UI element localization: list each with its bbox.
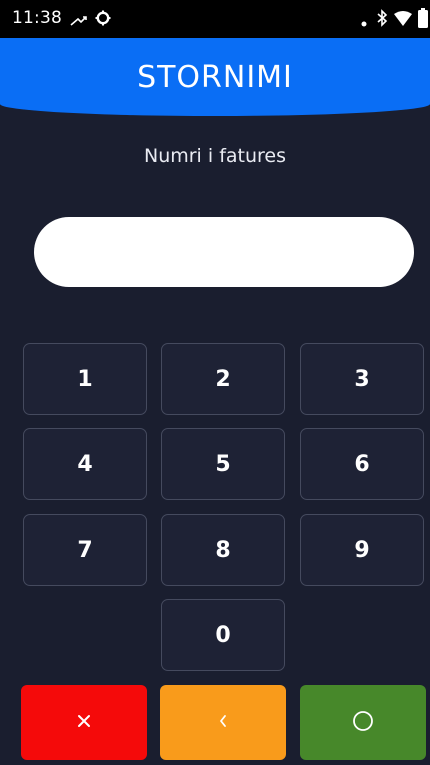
status-bar: 11:38: [0, 0, 430, 38]
chevron-left-icon: [217, 713, 229, 733]
key-2[interactable]: 2: [161, 343, 285, 415]
key-5[interactable]: 5: [161, 428, 285, 500]
bluetooth-icon: [376, 9, 388, 31]
wifi-icon: [394, 11, 412, 30]
circle-icon: [351, 709, 375, 737]
key-7[interactable]: 7: [23, 514, 147, 586]
ok-button[interactable]: [300, 685, 426, 760]
cancel-button[interactable]: [21, 685, 147, 760]
key-6[interactable]: 6: [300, 428, 424, 500]
settings-icon: [95, 10, 111, 30]
invoice-number-input[interactable]: [34, 217, 414, 287]
missed-call-icon: [70, 12, 88, 31]
key-3[interactable]: 3: [300, 343, 424, 415]
key-8[interactable]: 8: [161, 514, 285, 586]
key-1[interactable]: 1: [23, 343, 147, 415]
close-icon: [76, 713, 92, 733]
dot-icon: [360, 13, 368, 32]
header: STORNIMI: [0, 38, 430, 116]
backspace-button[interactable]: [160, 685, 286, 760]
battery-icon: [418, 8, 428, 32]
page-title: STORNIMI: [137, 60, 293, 95]
key-9[interactable]: 9: [300, 514, 424, 586]
status-time: 11:38: [12, 8, 62, 28]
key-0[interactable]: 0: [161, 599, 285, 671]
invoice-number-label: Numri i fatures: [143, 145, 287, 167]
key-4[interactable]: 4: [23, 428, 147, 500]
screen: 11:38 STORNIMI Numri i fatures 1 2 3 4 5…: [0, 0, 430, 765]
